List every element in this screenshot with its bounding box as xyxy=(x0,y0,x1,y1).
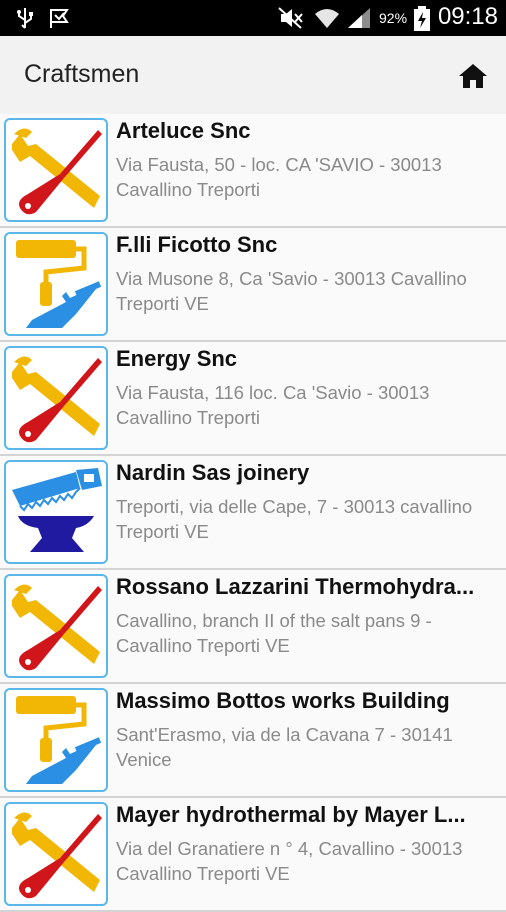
download-flag-icon xyxy=(50,9,69,28)
craftsman-address: Via Fausta, 50 - loc. CA 'SAVIO - 30013 … xyxy=(116,154,442,200)
list-item[interactable]: Massimo Bottos works Building Sant'Erasm… xyxy=(0,684,506,798)
craftsman-name: Nardin Sas joinery xyxy=(116,460,310,485)
status-bar: 92% 09:18 xyxy=(0,0,506,36)
craftsman-address: Via Musone 8, Ca 'Savio - 30013 Cavallin… xyxy=(116,268,467,314)
page-title: Craftsmen xyxy=(24,60,140,88)
craftsman-address: Via del Granatiere n ° 4, Cavallino - 30… xyxy=(116,838,463,884)
list-item[interactable]: Arteluce Snc Via Fausta, 50 - loc. CA 'S… xyxy=(0,114,506,228)
signal-icon xyxy=(348,8,370,28)
list-item[interactable]: Mayer hydrothermal by Mayer L... Via del… xyxy=(0,798,506,912)
wrench-screwdriver-icon xyxy=(4,118,108,222)
craftsman-name: Arteluce Snc xyxy=(116,118,251,143)
usb-icon xyxy=(17,8,33,29)
list-item[interactable]: Nardin Sas joinery Treporti, via delle C… xyxy=(0,456,506,570)
saw-anvil-icon xyxy=(4,460,108,564)
craftsman-name: Massimo Bottos works Building xyxy=(116,688,450,713)
mute-icon xyxy=(278,7,303,29)
clock: 09:18 xyxy=(437,3,498,30)
battery-percent: 92% xyxy=(379,10,408,26)
battery-charging-icon xyxy=(414,6,430,31)
wrench-screwdriver-icon xyxy=(4,346,108,450)
wrench-screwdriver-icon xyxy=(4,574,108,678)
craftsman-name: Mayer hydrothermal by Mayer L... xyxy=(116,802,466,827)
craftsman-name: Rossano Lazzarini Thermohydra... xyxy=(116,574,475,599)
paint-roller-trowel-icon xyxy=(4,232,108,336)
wrench-screwdriver-icon xyxy=(4,802,108,906)
home-icon xyxy=(459,64,487,88)
app-bar: Craftsmen xyxy=(0,36,506,114)
craftsman-name: Energy Snc xyxy=(116,346,238,371)
wifi-icon xyxy=(315,9,339,28)
paint-roller-trowel-icon xyxy=(4,688,108,792)
craftsman-address: Cavallino, branch II of the salt pans 9 … xyxy=(116,610,432,656)
craftsman-address: Sant'Erasmo, via de la Cavana 7 - 30141 … xyxy=(116,724,453,770)
home-button[interactable] xyxy=(455,60,491,92)
craftsman-address: Treporti, via delle Cape, 7 - 30013 cava… xyxy=(116,496,473,542)
list-item[interactable]: Rossano Lazzarini Thermohydra... Cavalli… xyxy=(0,570,506,684)
craftsman-address: Via Fausta, 116 loc. Ca 'Savio - 30013 C… xyxy=(116,382,430,428)
craftsman-name: F.lli Ficotto Snc xyxy=(116,232,278,257)
list-item[interactable]: F.lli Ficotto Snc Via Musone 8, Ca 'Savi… xyxy=(0,228,506,342)
list-item[interactable]: Energy Snc Via Fausta, 116 loc. Ca 'Savi… xyxy=(0,342,506,456)
craftsmen-list: Arteluce Snc Via Fausta, 50 - loc. CA 'S… xyxy=(0,114,506,912)
